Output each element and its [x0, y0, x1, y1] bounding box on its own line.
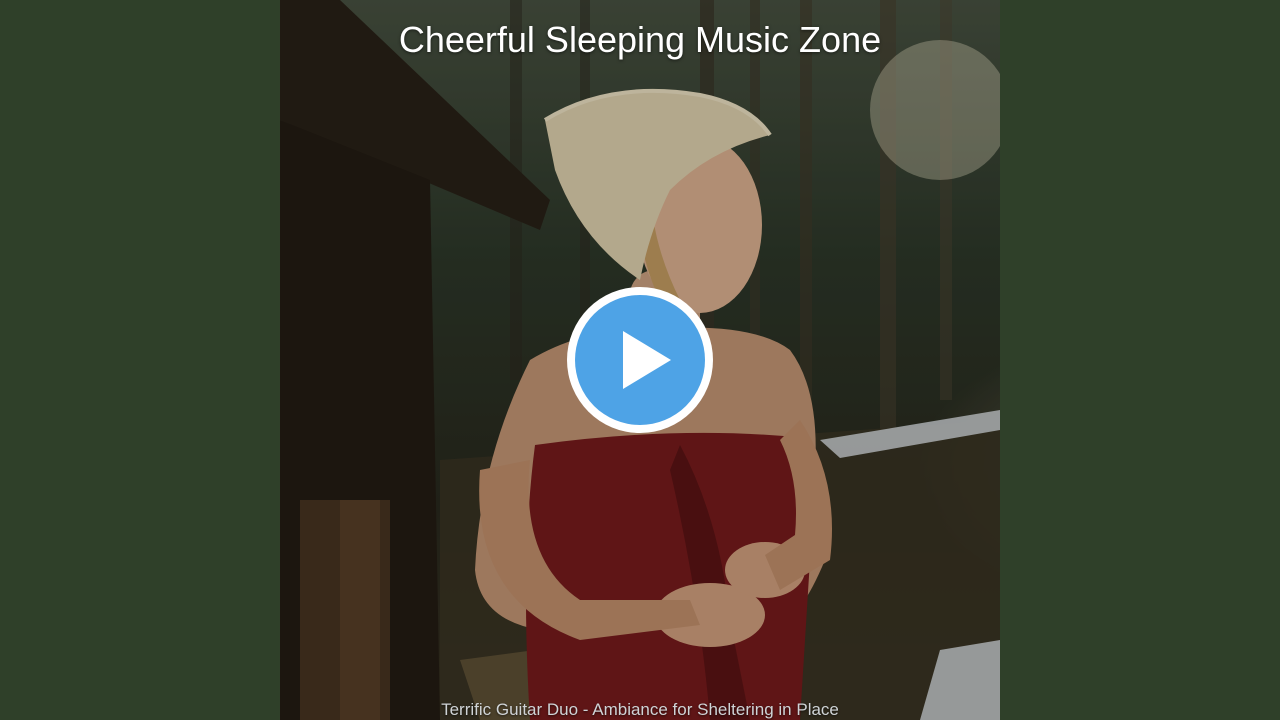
play-button[interactable] [567, 287, 713, 433]
video-player[interactable]: Cheerful Sleeping Music Zone Terrific Gu… [0, 0, 1280, 720]
play-icon [623, 331, 671, 389]
channel-title: Cheerful Sleeping Music Zone [398, 19, 882, 60]
track-title: Terrific Guitar Duo - Ambiance for Shelt… [441, 700, 839, 719]
